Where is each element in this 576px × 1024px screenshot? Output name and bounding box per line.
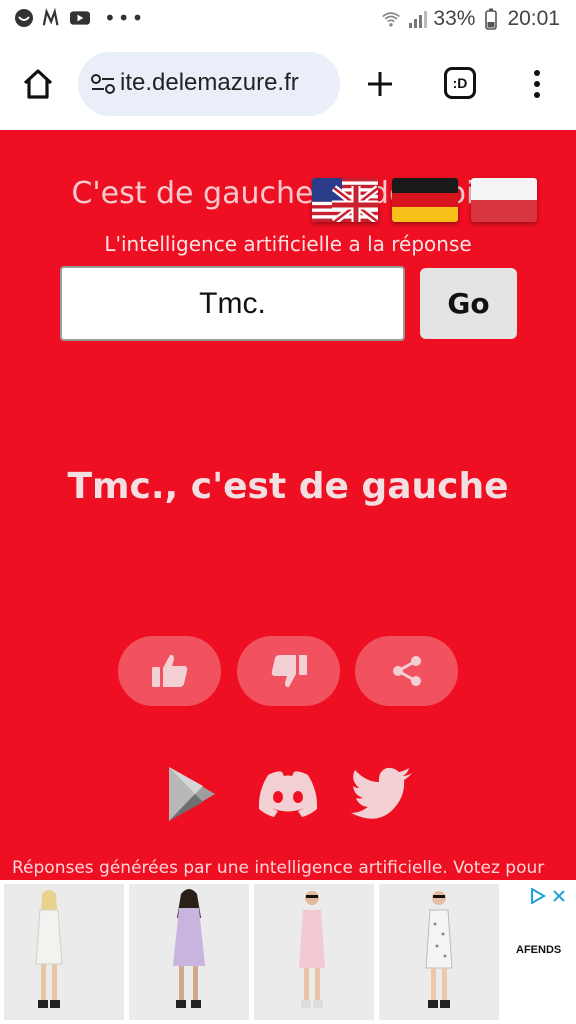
vote-buttons xyxy=(118,636,458,708)
google-play-link[interactable] xyxy=(160,762,224,826)
status-bar: ••• 33% 20:01 xyxy=(0,0,576,40)
discord-icon xyxy=(258,771,318,817)
wifi-icon xyxy=(381,9,401,29)
address-bar[interactable]: ite.delemazure.fr xyxy=(78,52,340,116)
ad-product-image[interactable] xyxy=(254,884,374,1020)
share-button[interactable] xyxy=(355,636,458,706)
site-info-icon[interactable] xyxy=(90,72,116,96)
tab-count: :D xyxy=(452,75,468,91)
close-ad-icon[interactable] xyxy=(552,889,566,903)
twitter-link[interactable] xyxy=(350,762,414,826)
plus-icon xyxy=(368,72,392,96)
result-text: Tmc., c'est de gauche xyxy=(67,466,509,507)
m-notification-icon xyxy=(42,8,62,28)
notification-icons: ••• xyxy=(14,8,145,28)
google-play-icon xyxy=(169,767,215,821)
upvote-button[interactable] xyxy=(118,636,221,706)
dress-shape xyxy=(425,909,453,969)
page-content: C'est de gauche ou de droite L'intellige… xyxy=(0,130,576,880)
social-links xyxy=(160,762,420,826)
more-notifications-icon: ••• xyxy=(104,6,146,30)
tab-switcher-button[interactable]: :D xyxy=(444,67,476,99)
german-flag[interactable] xyxy=(392,178,458,222)
url-text[interactable]: ite.delemazure.fr xyxy=(120,69,330,97)
new-tab-button[interactable] xyxy=(360,64,400,104)
ad-banner[interactable]: AFENDS xyxy=(0,880,576,1024)
page-subtitle: L'intelligence artificielle a la réponse xyxy=(104,232,472,256)
app-notification-icon xyxy=(14,8,34,28)
ad-product-image[interactable] xyxy=(379,884,499,1020)
browser-toolbar: ite.delemazure.fr :D xyxy=(0,40,576,130)
search-input[interactable] xyxy=(60,266,405,341)
thumbs-down-icon xyxy=(271,655,307,688)
home-button[interactable] xyxy=(18,64,58,104)
battery-icon xyxy=(481,8,501,30)
youtube-notification-icon xyxy=(70,8,90,28)
dress-shape xyxy=(299,910,325,968)
clock: 20:01 xyxy=(507,7,560,30)
menu-dot-icon xyxy=(534,70,540,76)
discord-link[interactable] xyxy=(256,762,320,826)
browser-menu-button[interactable] xyxy=(522,64,552,104)
go-button[interactable]: Go xyxy=(420,268,517,339)
ad-product-image[interactable] xyxy=(129,884,249,1020)
ad-choices[interactable] xyxy=(530,886,570,906)
adchoices-icon xyxy=(531,888,546,904)
battery-percent: 33% xyxy=(433,7,476,30)
signal-icon xyxy=(407,9,428,29)
dress-shape xyxy=(35,909,63,965)
us-flag[interactable] xyxy=(312,178,378,222)
ad-brand[interactable]: AFENDS xyxy=(516,944,561,956)
menu-dot-icon xyxy=(534,92,540,98)
polish-flag[interactable] xyxy=(471,178,537,222)
twitter-icon xyxy=(351,767,412,819)
ad-product-image[interactable] xyxy=(4,884,124,1020)
home-icon xyxy=(23,69,53,99)
downvote-button[interactable] xyxy=(237,636,340,706)
ai-disclaimer: Réponses générées par une intelligence a… xyxy=(12,858,545,878)
thumbs-up-icon xyxy=(151,654,187,687)
system-indicators: 33% 20:01 xyxy=(381,7,560,31)
menu-dot-icon xyxy=(534,81,540,87)
share-icon xyxy=(392,656,421,686)
